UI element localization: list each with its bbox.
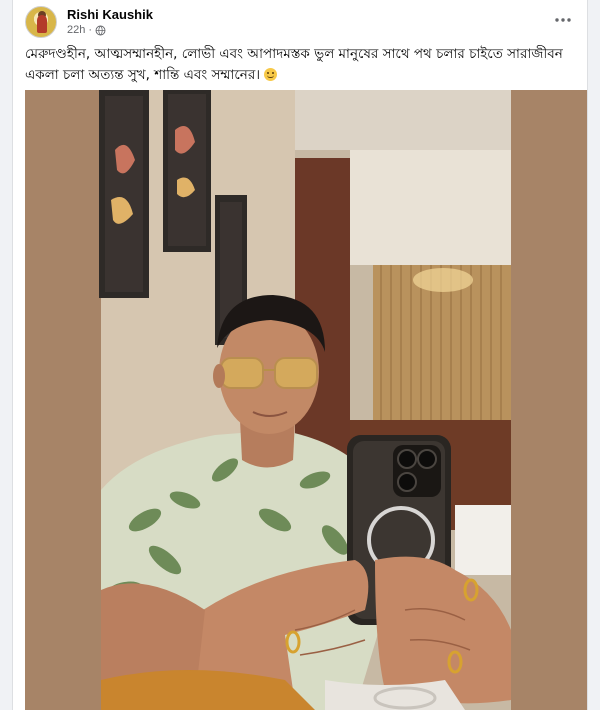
post-time[interactable]: 22h [67, 24, 85, 36]
avatar-figure [37, 15, 47, 33]
selfie-illustration [25, 90, 587, 710]
globe-icon [95, 25, 106, 35]
author-avatar[interactable] [25, 6, 57, 38]
post-header: Rishi Kaushik 22h · [25, 6, 575, 40]
post-body: মেরুদণ্ডহীন, আত্মসম্মানহীন, লোভী এবং আপা… [25, 46, 563, 83]
post-card: Rishi Kaushik 22h · মেরুদণ্ডহীন, আত্মসম্… [12, 0, 588, 710]
post-text: মেরুদণ্ডহীন, আত্মসম্মানহীন, লোভী এবং আপা… [25, 44, 577, 86]
meta-separator: · [88, 24, 93, 36]
post-photo[interactable] [25, 90, 587, 710]
post-meta: 22h · [67, 24, 106, 36]
smile-emoji-icon [264, 68, 278, 81]
more-options-icon [555, 18, 571, 22]
author-name[interactable]: Rishi Kaushik [67, 7, 153, 22]
more-options-button[interactable] [551, 10, 575, 30]
